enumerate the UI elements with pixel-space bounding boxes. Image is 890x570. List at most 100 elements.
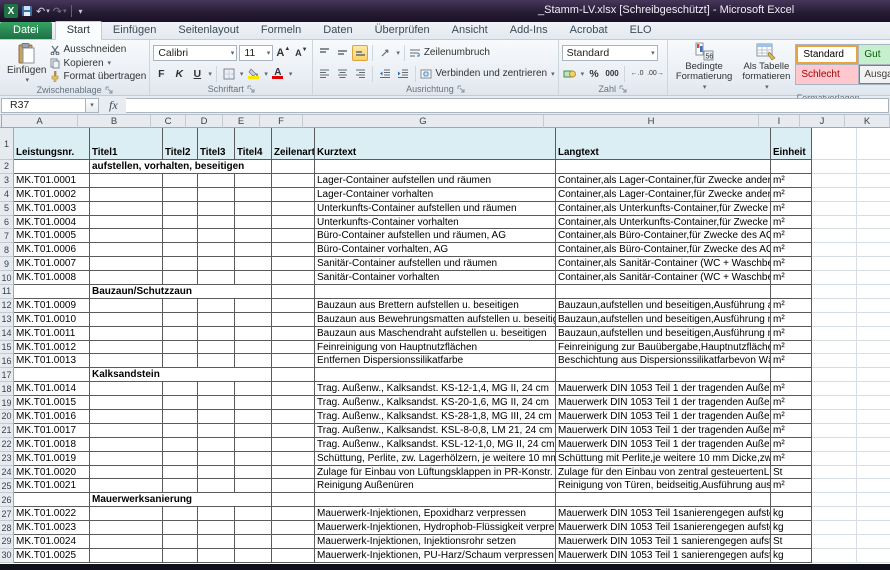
cell-D25[interactable] xyxy=(198,479,235,493)
cell-F2[interactable] xyxy=(272,160,315,174)
cell-B27[interactable] xyxy=(90,507,163,521)
cell-C18[interactable] xyxy=(163,382,198,396)
cell-G3[interactable]: Lager-Container aufstellen und räumen xyxy=(315,174,556,188)
cell-C23[interactable] xyxy=(163,452,198,466)
copy-dropdown-icon[interactable]: ▾ xyxy=(108,59,112,67)
cell-F24[interactable] xyxy=(272,466,315,480)
cut-button[interactable]: Ausschneiden xyxy=(50,43,146,56)
cell-E16[interactable] xyxy=(235,354,272,368)
cell-A19[interactable]: MK.T01.0015 xyxy=(14,396,90,410)
row-header-8[interactable]: 8 xyxy=(0,243,14,257)
cell-K14[interactable] xyxy=(857,327,890,341)
cell-H8[interactable]: Container,als Büro-Container,für Zwecke … xyxy=(556,243,771,257)
cell-E28[interactable] xyxy=(235,521,272,535)
column-header-C[interactable]: C xyxy=(151,115,186,128)
fx-icon[interactable]: fx xyxy=(99,98,126,113)
tab-start[interactable]: Start xyxy=(55,21,102,40)
format-painter-button[interactable]: Format übertragen xyxy=(50,70,146,83)
cell-K2[interactable] xyxy=(857,160,890,174)
cell-I4[interactable]: m² xyxy=(771,188,812,202)
column-header-K[interactable]: K xyxy=(845,115,890,128)
cell-B11[interactable]: Bauzaun/Schutzzaun xyxy=(90,285,272,299)
align-bottom-icon[interactable] xyxy=(352,45,368,61)
cell-J27[interactable] xyxy=(812,507,857,521)
cell-G16[interactable]: Entfernen Dispersionssilikatfarbe xyxy=(315,354,556,368)
cell-B8[interactable] xyxy=(90,243,163,257)
cell-E14[interactable] xyxy=(235,327,272,341)
cell-A1[interactable]: Leistungsnr. xyxy=(14,128,90,160)
cell-H20[interactable]: Mauerwerk DIN 1053 Teil 1 der tragenden … xyxy=(556,410,771,424)
column-header-A[interactable]: A xyxy=(2,115,78,128)
cell-H22[interactable]: Mauerwerk DIN 1053 Teil 1 der tragenden … xyxy=(556,438,771,452)
tab-add-ins[interactable]: Add-Ins xyxy=(499,22,559,39)
cell-A20[interactable]: MK.T01.0016 xyxy=(14,410,90,424)
cell-E19[interactable] xyxy=(235,396,272,410)
name-box[interactable]: R37 xyxy=(1,98,85,113)
cell-E21[interactable] xyxy=(235,424,272,438)
cell-H25[interactable]: Reinigung von Türen, beidseitig,Ausführu… xyxy=(556,479,771,493)
cell-H14[interactable]: Bauzaun,aufstellen und beseitigen,Ausfüh… xyxy=(556,327,771,341)
cell-B5[interactable] xyxy=(90,202,163,216)
row-header-22[interactable]: 22 xyxy=(0,438,14,452)
cell-C8[interactable] xyxy=(163,243,198,257)
cell-A29[interactable]: MK.T01.0024 xyxy=(14,535,90,549)
increase-indent-icon[interactable] xyxy=(395,66,411,82)
cell-C1[interactable]: Titel2 xyxy=(163,128,198,160)
cell-B15[interactable] xyxy=(90,341,163,355)
cell-D4[interactable] xyxy=(198,188,235,202)
fill-color-button[interactable] xyxy=(245,66,261,82)
cell-F13[interactable] xyxy=(272,313,315,327)
cell-A13[interactable]: MK.T01.0010 xyxy=(14,313,90,327)
cell-H15[interactable]: Feinreinigung zur Bauübergabe,Hauptnutzf… xyxy=(556,341,771,355)
cell-B26[interactable]: Mauerwerksanierung xyxy=(90,493,272,507)
cell-B18[interactable] xyxy=(90,382,163,396)
cell-F9[interactable] xyxy=(272,257,315,271)
redo-icon[interactable]: ↷▾ xyxy=(53,5,67,18)
cell-A22[interactable]: MK.T01.0018 xyxy=(14,438,90,452)
cell-I26[interactable] xyxy=(771,493,812,507)
cell-F29[interactable] xyxy=(272,535,315,549)
cell-B25[interactable] xyxy=(90,479,163,493)
row-header-13[interactable]: 13 xyxy=(0,313,14,327)
cell-K27[interactable] xyxy=(857,507,890,521)
cell-H6[interactable]: Container,als Unterkunfts-Container,für … xyxy=(556,216,771,230)
as-table-dropdown-icon[interactable]: ▾ xyxy=(765,84,769,91)
cell-I27[interactable]: kg xyxy=(771,507,812,521)
cell-I12[interactable]: m² xyxy=(771,299,812,313)
cell-B6[interactable] xyxy=(90,216,163,230)
cell-K4[interactable] xyxy=(857,188,890,202)
cell-F30[interactable] xyxy=(272,549,315,563)
column-header-D[interactable]: D xyxy=(186,115,223,128)
cell-J2[interactable] xyxy=(812,160,857,174)
save-icon[interactable] xyxy=(21,5,33,17)
cell-E30[interactable] xyxy=(235,549,272,563)
cell-H3[interactable]: Container,als Lager-Container,für Zwecke… xyxy=(556,174,771,188)
tab-elo[interactable]: ELO xyxy=(619,22,663,39)
cell-A12[interactable]: MK.T01.0009 xyxy=(14,299,90,313)
cell-F14[interactable] xyxy=(272,327,315,341)
cell-K21[interactable] xyxy=(857,424,890,438)
fill-color-dropdown-icon[interactable]: ▾ xyxy=(264,70,268,78)
cell-A4[interactable]: MK.T01.0002 xyxy=(14,188,90,202)
cell-F25[interactable] xyxy=(272,479,315,493)
cell-H17[interactable] xyxy=(556,368,771,382)
excel-logo-icon[interactable]: X xyxy=(4,4,18,18)
cell-G8[interactable]: Büro-Container vorhalten, AG xyxy=(315,243,556,257)
cell-G27[interactable]: Mauerwerk-Injektionen, Epoxidharz verpre… xyxy=(315,507,556,521)
cell-I29[interactable]: St xyxy=(771,535,812,549)
cell-F15[interactable] xyxy=(272,341,315,355)
format-as-table-button[interactable]: Als Tabelle formatieren ▾ xyxy=(737,42,795,93)
cell-I17[interactable] xyxy=(771,368,812,382)
cell-C28[interactable] xyxy=(163,521,198,535)
cell-F27[interactable] xyxy=(272,507,315,521)
cell-I20[interactable]: m² xyxy=(771,410,812,424)
shrink-font-button[interactable]: A▼ xyxy=(293,45,309,61)
cell-J14[interactable] xyxy=(812,327,857,341)
cell-C20[interactable] xyxy=(163,410,198,424)
cell-D1[interactable]: Titel3 xyxy=(198,128,235,160)
font-color-dropdown-icon[interactable]: ▾ xyxy=(289,70,293,78)
cell-H4[interactable]: Container,als Lager-Container,für Zwecke… xyxy=(556,188,771,202)
cell-F21[interactable] xyxy=(272,424,315,438)
cell-E23[interactable] xyxy=(235,452,272,466)
cell-H7[interactable]: Container,als Büro-Container,für Zwecke … xyxy=(556,229,771,243)
